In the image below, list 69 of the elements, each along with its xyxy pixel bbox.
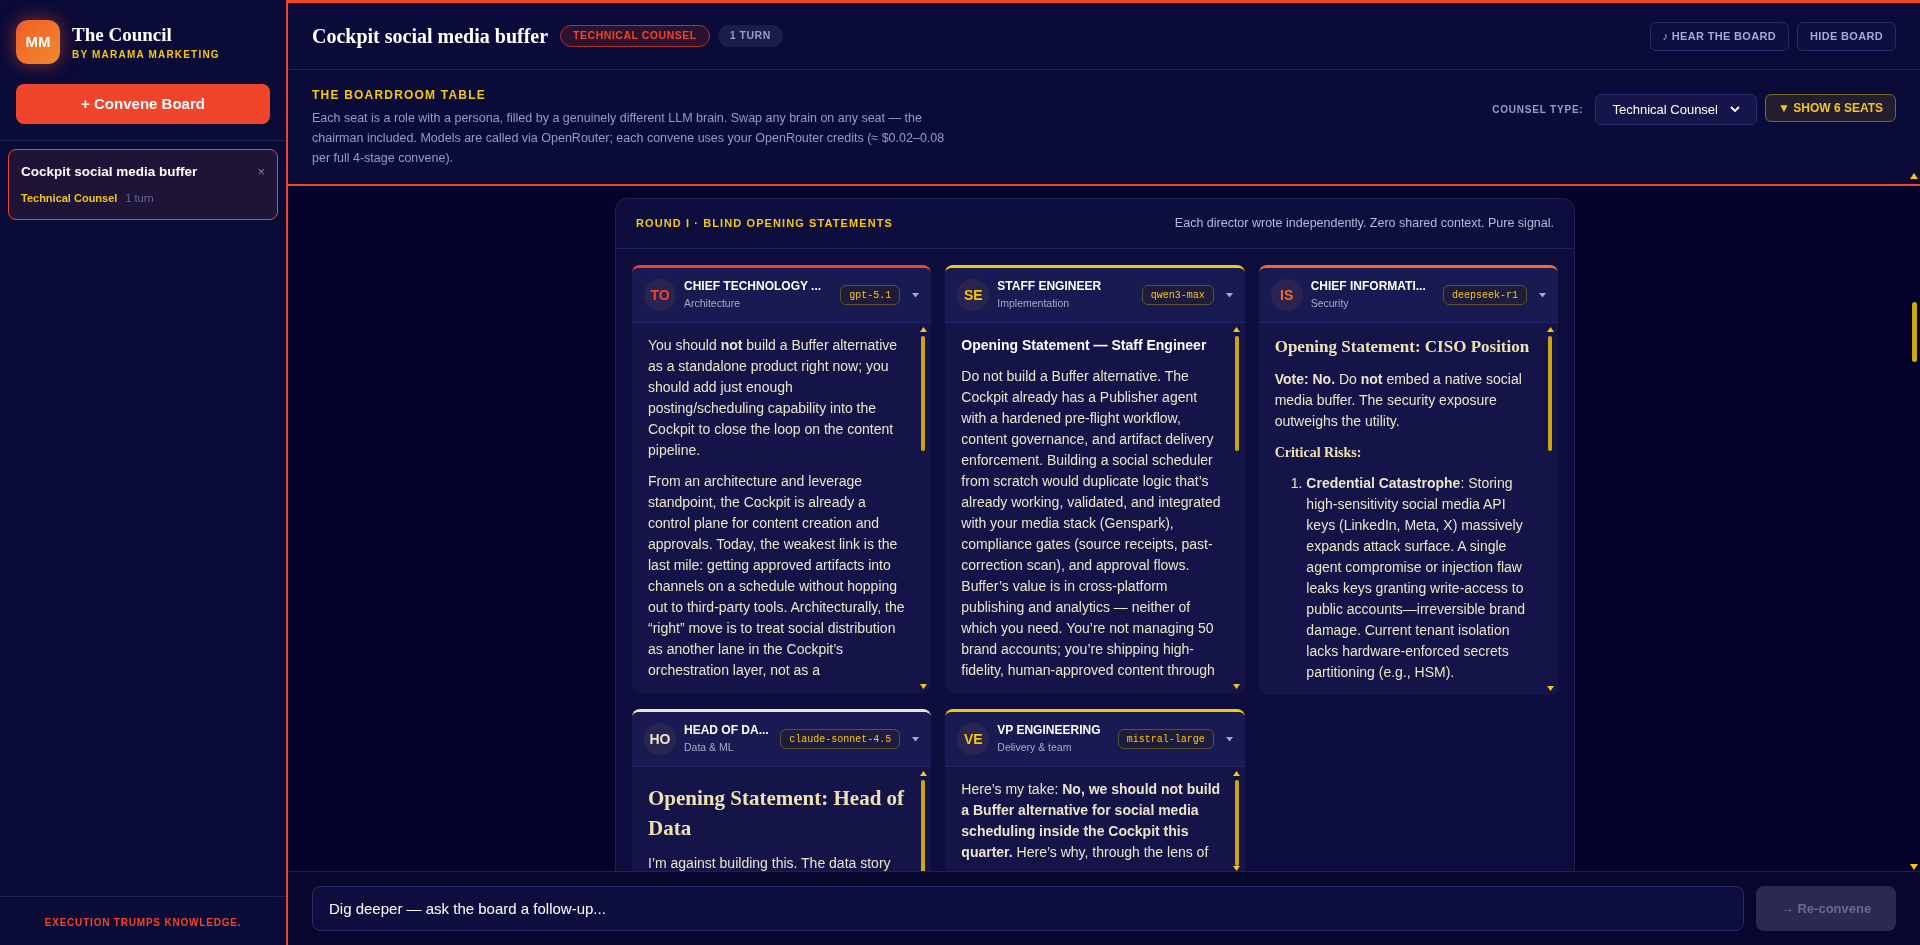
app-subtitle: BY MARAMA MARKETING [72,47,220,62]
section-description: Each seat is a role with a persona, filled by a genuinely different LLM brain. Swap any brain on any seat — the chairman included. Models are called via OpenRouter; each convene uses your OpenRouter credits (≈ $0.02–0.08 per full 4-stage convene). [312,110,946,167]
statement-paragraph: You should not build a Buffer alternative as a standalone product right now; you should add just enough posting/scheduling capability into the Cockpit to close the loop on the content pipeline. [648,336,899,460]
counsel-type-label: COUNSEL TYPE: [1492,103,1584,117]
caret-icon[interactable] [1225,292,1233,298]
chevron-down-icon [1730,106,1740,113]
scroll-up-icon[interactable] [1546,327,1554,332]
caret-icon[interactable] [912,736,920,742]
app-logo: MM [16,20,60,64]
avatar-initials: TO [644,279,676,311]
director-role: STAFF ENGINEER [997,278,1102,295]
scroll-down-icon[interactable] [1546,686,1554,691]
session-counsel-type: Technical Counsel [21,191,118,207]
header-badge: 1 TURN [717,25,783,47]
director-role: CHIEF INFORMATI... [1310,278,1426,295]
model-selector[interactable]: deepseek-r1 [1443,285,1527,305]
list-number: 1. [1290,474,1303,493]
avatar-initials: VE [957,723,990,755]
counsel-type-select[interactable]: Technical Counsel [1595,94,1757,125]
director-role: CHIEF TECHNOLOGY ... [684,278,822,295]
statement-paragraph: Do not build a Buffer alternative. The Cockpit already has a Publisher agent with a hardened pre-flight workflow, content governance, and artifact delivery enforcement. Building a social scheduler from scratch would duplicate logic that’s already working, validated, and integrated with your media stack (Genspark), compliance gates (source receipts, past-correction scan), and approval flows. Buffer’s value is in cross-platform publishing and analytics — neither of which you need. You’re not managing 50 brand accounts; you’re shipping high-fidelity, human-approved content through [961,367,1222,680]
statement-title: Opening Statement: CISO Position [1274,336,1531,358]
scroll-up-icon[interactable] [1910,173,1918,179]
session-title: Cockpit social media buffer [21,163,198,181]
scroll-up-icon[interactable] [919,327,927,332]
statement-title: Opening Statement: Head of Data [648,785,906,842]
convene-board-button[interactable]: + Convene Board [16,84,270,124]
round-note: Each director wrote independently. Zero shared context. Pure signal. [1174,215,1554,233]
scroll-up-icon[interactable] [919,771,927,776]
statement-paragraph: Here’s my take: No, we should not build a Buffer alternative for social media scheduling inside the Cockpit this quarter. Here’s why, through the lens of [961,780,1222,862]
model-selector[interactable]: qwen3-max [1141,285,1214,305]
session-title: Cockpit social media buffer [312,24,549,50]
list-item-text: Credential Catastrophe: Storing high-sensitivity social media API keys (LinkedIn, Meta, X) massively expands attack surface. A single agent compromise or injection flaw leaks keys granting write-access to public accounts—irreversible brand damage. Current tenant isolation lacks hardware-enforced secrets partitioning (e.g., HSM). [1306,474,1526,682]
caret-icon[interactable] [1539,292,1546,298]
header-badge: TECHNICAL COUNSEL [560,25,710,47]
section-heading: THE BOARDROOM TABLE [312,87,487,104]
scroll-down-icon[interactable] [919,684,927,689]
director-focus: Delivery & team [997,740,1073,756]
model-selector[interactable]: gpt-5.1 [840,285,901,305]
scroll-up-icon[interactable] [1233,771,1241,776]
scroll-up-icon[interactable] [1233,327,1241,332]
avatar-initials: SE [957,279,990,311]
model-selector[interactable]: claude-sonnet-4.5 [780,729,901,749]
session-turns: 1 turn [125,191,154,207]
model-selector[interactable]: mistral-large [1117,729,1214,749]
avatar-initials: IS [1270,279,1303,311]
director-role: VP ENGINEERING [997,722,1101,739]
statement-heading: Opening Statement — Staff Engineer [961,336,1208,355]
statement-paragraph: I’m against building this. The data story [648,854,892,871]
statement-subheading: Critical Risks: [1274,444,1363,462]
sidebar-tagline: EXECUTION TRUMPS KNOWLEDGE. [44,917,242,928]
session-item[interactable]: Cockpit social media buffer × Technical Counsel 1 turn [8,149,278,220]
show-seats-button[interactable]: ▼ SHOW 6 SEATS [1765,94,1896,122]
caret-icon[interactable] [912,292,920,298]
director-focus: Data & ML [684,740,735,756]
director-focus: Implementation [997,296,1071,312]
avatar-initials: HO [644,723,676,755]
statement-paragraph: From an architecture and leverage standpoint, the Cockpit is already a control plane for content creation and approvals. Today, the weakest link is the last mile: getting approved artifacts into channels on a schedule without hopping out to third-party tools. Architecturally, the “right” move is to treat social distribution as another lane in the Cockpit’s orchestration layer, not as a [648,472,906,680]
director-focus: Security [1310,296,1350,312]
close-button[interactable]: × [257,162,265,182]
scroll-down-icon[interactable] [1233,684,1241,689]
header-button[interactable]: HIDE BOARD [1797,21,1896,51]
round-title: ROUND I · BLIND OPENING STATEMENTS [636,216,893,232]
app-title: The Council [72,22,173,47]
caret-icon[interactable] [1225,736,1233,742]
header-button[interactable]: ♪ HEAR THE BOARD [1649,21,1790,51]
statement-paragraph: Vote: No. Do not embed a native social media buffer. The security exposure outweighs the utility. [1274,370,1523,431]
director-focus: Architecture [684,296,742,312]
director-role: HEAD OF DA... [684,722,769,739]
